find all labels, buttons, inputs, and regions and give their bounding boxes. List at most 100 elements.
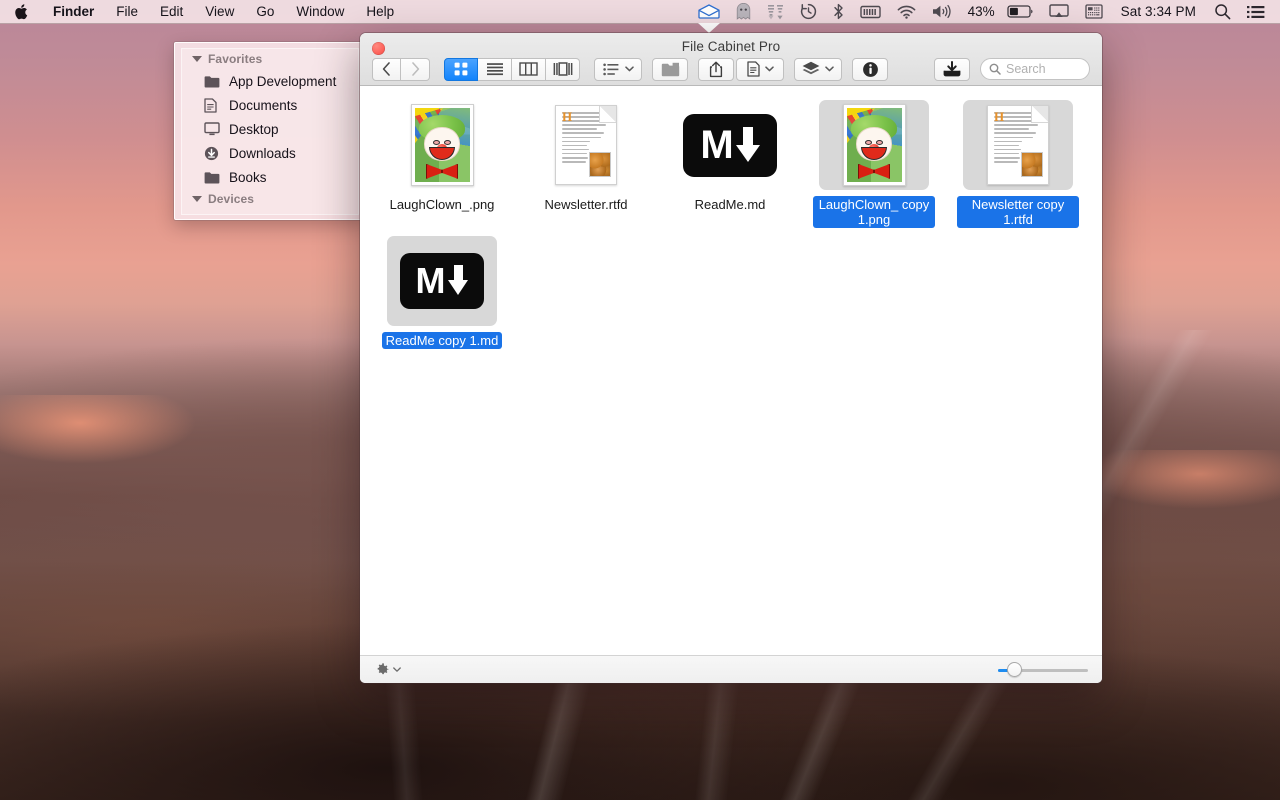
- layers-icon: [802, 61, 820, 75]
- layers-button[interactable]: [794, 57, 842, 81]
- chevron-right-icon: [411, 62, 419, 76]
- slider-knob[interactable]: [1007, 661, 1022, 677]
- file-browser-content[interactable]: LaughClown_.png H Newsletter.rtfd M Read…: [360, 86, 1102, 655]
- apple-menu-button[interactable]: [0, 0, 42, 24]
- file-item-readme-copy-md[interactable]: M ReadMe copy 1.md: [370, 236, 514, 349]
- menu-item-view[interactable]: View: [194, 0, 245, 24]
- gallery-view-icon: [553, 62, 572, 76]
- menu-item-file[interactable]: File: [105, 0, 149, 24]
- time-machine-clock-icon: [800, 3, 816, 20]
- window-titlebar: File Cabinet Pro Search: [360, 33, 1102, 86]
- time-machine-status-item[interactable]: [793, 0, 824, 24]
- back-button[interactable]: [372, 57, 401, 81]
- navigation-button-group: [372, 57, 430, 81]
- file-item-newsletter-rtfd[interactable]: H Newsletter.rtfd: [514, 100, 658, 228]
- rtfd-thumbnail-icon: H: [987, 105, 1049, 185]
- menu-item-help[interactable]: Help: [355, 0, 405, 24]
- wallpaper-peak-glow-right: [1080, 450, 1280, 510]
- bluetooth-status-item[interactable]: [826, 0, 851, 24]
- downloads-icon: [204, 146, 221, 161]
- menu-item-window[interactable]: Window: [285, 0, 355, 24]
- sidebar-item-label: Desktop: [229, 121, 279, 137]
- file-item-readme-md[interactable]: M ReadMe.md: [658, 100, 802, 228]
- mail-status-item[interactable]: [691, 0, 727, 33]
- input-source-status-item[interactable]: [1078, 0, 1110, 24]
- menu-bar-status-items: 43% Sat 3:34 PM: [691, 0, 1280, 33]
- info-button[interactable]: [852, 57, 888, 81]
- volume-status-item[interactable]: [925, 0, 959, 24]
- battery-status-item[interactable]: [1000, 0, 1040, 24]
- chevron-down-icon: [393, 666, 401, 672]
- icon-size-slider[interactable]: [998, 661, 1088, 678]
- image-thumbnail-icon: [842, 104, 906, 186]
- icon-view-icon: [454, 62, 468, 76]
- window-statusbar: [360, 655, 1102, 683]
- file-thumbnail: H: [963, 100, 1073, 190]
- wifi-status-item[interactable]: [890, 0, 923, 24]
- wifi-icon: [897, 5, 915, 19]
- menu-item-go[interactable]: Go: [245, 0, 285, 24]
- menu-item-finder[interactable]: Finder: [42, 0, 105, 24]
- forward-button[interactable]: [401, 57, 430, 81]
- battery-meter-status-item[interactable]: [853, 0, 888, 24]
- column-view-icon: [519, 62, 538, 76]
- arrange-by-button[interactable]: [594, 57, 642, 81]
- list-view-button[interactable]: [478, 57, 512, 81]
- menu-bar-items: Finder File Edit View Go Window Help: [0, 0, 405, 24]
- chevron-down-icon: [624, 66, 634, 72]
- menu-item-edit[interactable]: Edit: [149, 0, 194, 24]
- sidebar-item-label: Books: [229, 169, 267, 185]
- input-source-icon: [1084, 4, 1103, 19]
- document-action-button[interactable]: [736, 57, 784, 81]
- search-icon: [1215, 4, 1231, 20]
- file-label: ReadMe.md: [694, 197, 766, 212]
- battery-percent-label: 43%: [967, 4, 995, 19]
- notification-center-icon: [1247, 5, 1265, 18]
- sidebar-item-desktop[interactable]: Desktop: [182, 117, 358, 141]
- info-icon: [862, 61, 878, 77]
- file-thumbnail: H: [531, 100, 641, 190]
- file-label: Newsletter.rtfd: [544, 197, 628, 212]
- folder-icon: [204, 170, 221, 185]
- chevron-down-icon: [764, 66, 774, 72]
- arrange-by-icon: [602, 63, 618, 75]
- file-label: ReadMe copy 1.md: [381, 332, 503, 349]
- sidebar-item-books[interactable]: Books: [182, 165, 358, 189]
- icon-view-button[interactable]: [444, 57, 478, 81]
- active-menu-pointer: [697, 22, 720, 33]
- spotlight-status-item[interactable]: [1207, 0, 1238, 24]
- menu-bar-clock[interactable]: Sat 3:34 PM: [1112, 0, 1205, 24]
- sidebar-item-app-development[interactable]: App Development: [182, 69, 358, 93]
- sidebar-section-favorites[interactable]: Favorites: [182, 49, 358, 69]
- sidebar-item-label: App Development: [229, 73, 337, 89]
- file-item-newsletter-copy-rtfd[interactable]: H Newsletter copy 1.rtfd: [946, 100, 1090, 228]
- new-folder-button[interactable]: [652, 57, 688, 81]
- gallery-view-button[interactable]: [546, 57, 580, 81]
- transfer-status-item[interactable]: [760, 0, 791, 24]
- menu-bar: Finder File Edit View Go Window Help 43%…: [0, 0, 1280, 33]
- markdown-icon: M: [400, 253, 484, 309]
- apple-logo-icon: [15, 3, 28, 19]
- search-input[interactable]: Search: [980, 58, 1090, 80]
- sidebar-item-documents[interactable]: Documents: [182, 93, 358, 117]
- file-item-laughclown-copy-png[interactable]: LaughClown_ copy 1.png: [802, 100, 946, 228]
- download-icon: [943, 61, 961, 77]
- sidebar-item-downloads[interactable]: Downloads: [182, 141, 358, 165]
- sidebar-item-label: Documents: [229, 97, 298, 113]
- new-folder-icon: [661, 62, 679, 76]
- share-button[interactable]: [698, 57, 734, 81]
- ghost-status-item[interactable]: [729, 0, 758, 24]
- sidebar-resize-handle[interactable]: [174, 171, 175, 197]
- file-thumbnail: M: [387, 236, 497, 326]
- notification-center-status-item[interactable]: [1240, 0, 1272, 24]
- file-thumbnail: [387, 100, 497, 190]
- sidebar-section-devices[interactable]: Devices: [182, 189, 358, 209]
- column-view-button[interactable]: [512, 57, 546, 81]
- airplay-icon: [1048, 4, 1069, 17]
- gear-icon: [377, 662, 389, 674]
- download-button[interactable]: [934, 57, 970, 81]
- airplay-status-item[interactable]: [1042, 0, 1076, 24]
- action-gear-menu[interactable]: [374, 662, 401, 678]
- desktop: Finder File Edit View Go Window Help 43%…: [0, 0, 1280, 800]
- file-item-laughclown-png[interactable]: LaughClown_.png: [370, 100, 514, 228]
